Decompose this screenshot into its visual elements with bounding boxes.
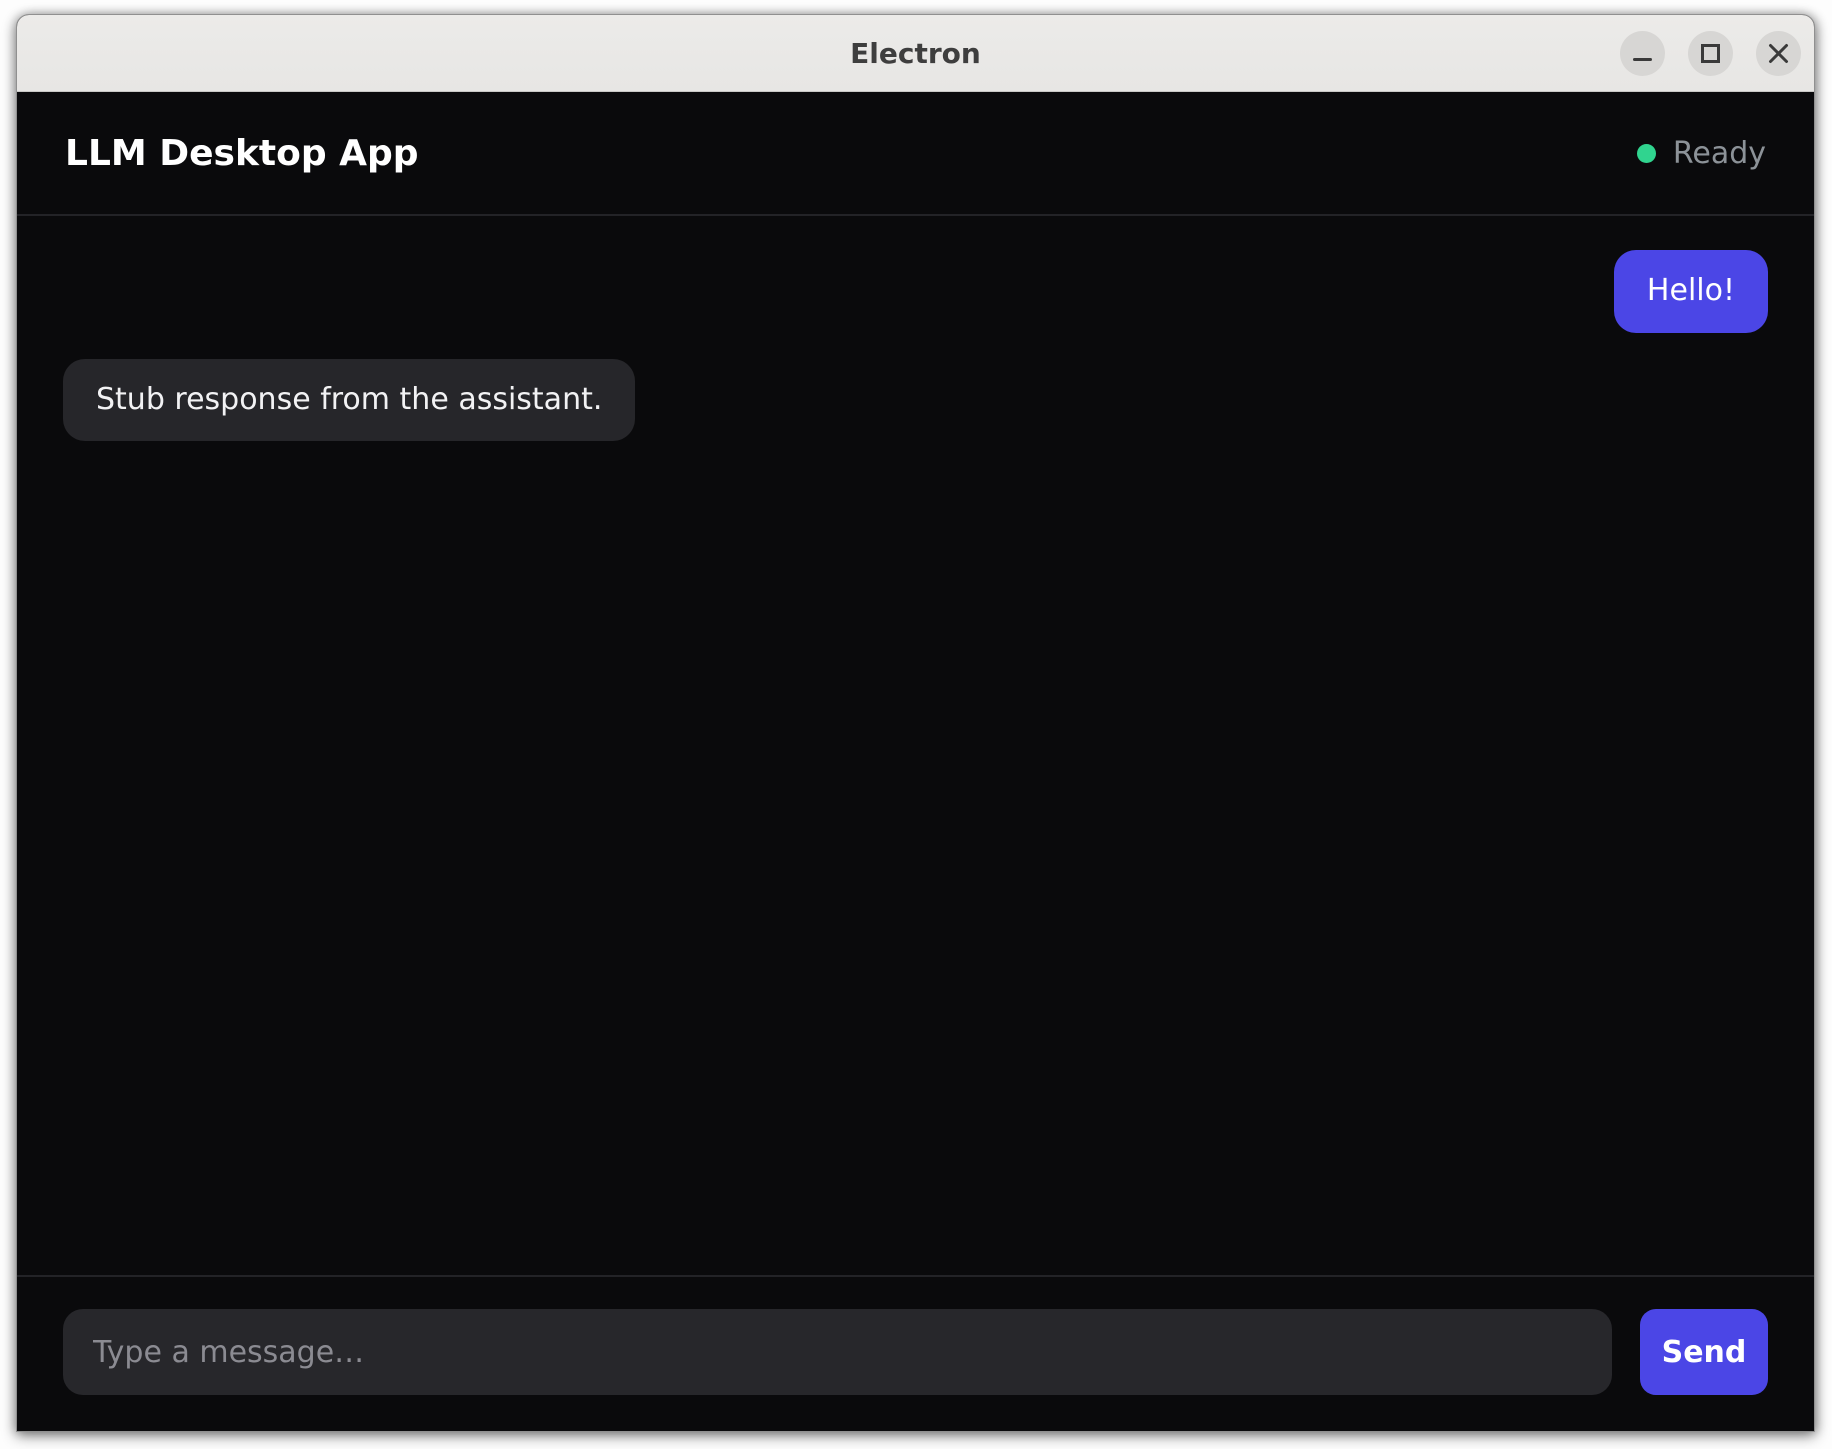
send-button[interactable]: Send <box>1640 1309 1768 1395</box>
app-header: LLM Desktop App Ready <box>17 92 1814 216</box>
app-window: Electron LLM Desktop App Ready Hello! <box>16 14 1815 1432</box>
close-button[interactable] <box>1756 31 1801 76</box>
status-label: Ready <box>1673 136 1766 171</box>
window-controls <box>1620 15 1801 91</box>
close-icon <box>1767 42 1790 65</box>
message-composer: Send <box>17 1275 1814 1431</box>
minimize-icon <box>1633 58 1652 61</box>
chat-message-list: Hello! Stub response from the assistant. <box>17 216 1814 1275</box>
titlebar[interactable]: Electron <box>17 15 1814 92</box>
maximize-icon <box>1701 44 1720 63</box>
maximize-button[interactable] <box>1688 31 1733 76</box>
message-input[interactable] <box>63 1309 1612 1395</box>
minimize-button[interactable] <box>1620 31 1665 76</box>
status-badge: Ready <box>1637 136 1766 171</box>
page-title: LLM Desktop App <box>65 133 419 174</box>
chat-message-assistant: Stub response from the assistant. <box>63 359 635 442</box>
chat-message-user: Hello! <box>1614 250 1768 333</box>
window-title: Electron <box>850 37 981 70</box>
status-dot-icon <box>1637 144 1656 163</box>
